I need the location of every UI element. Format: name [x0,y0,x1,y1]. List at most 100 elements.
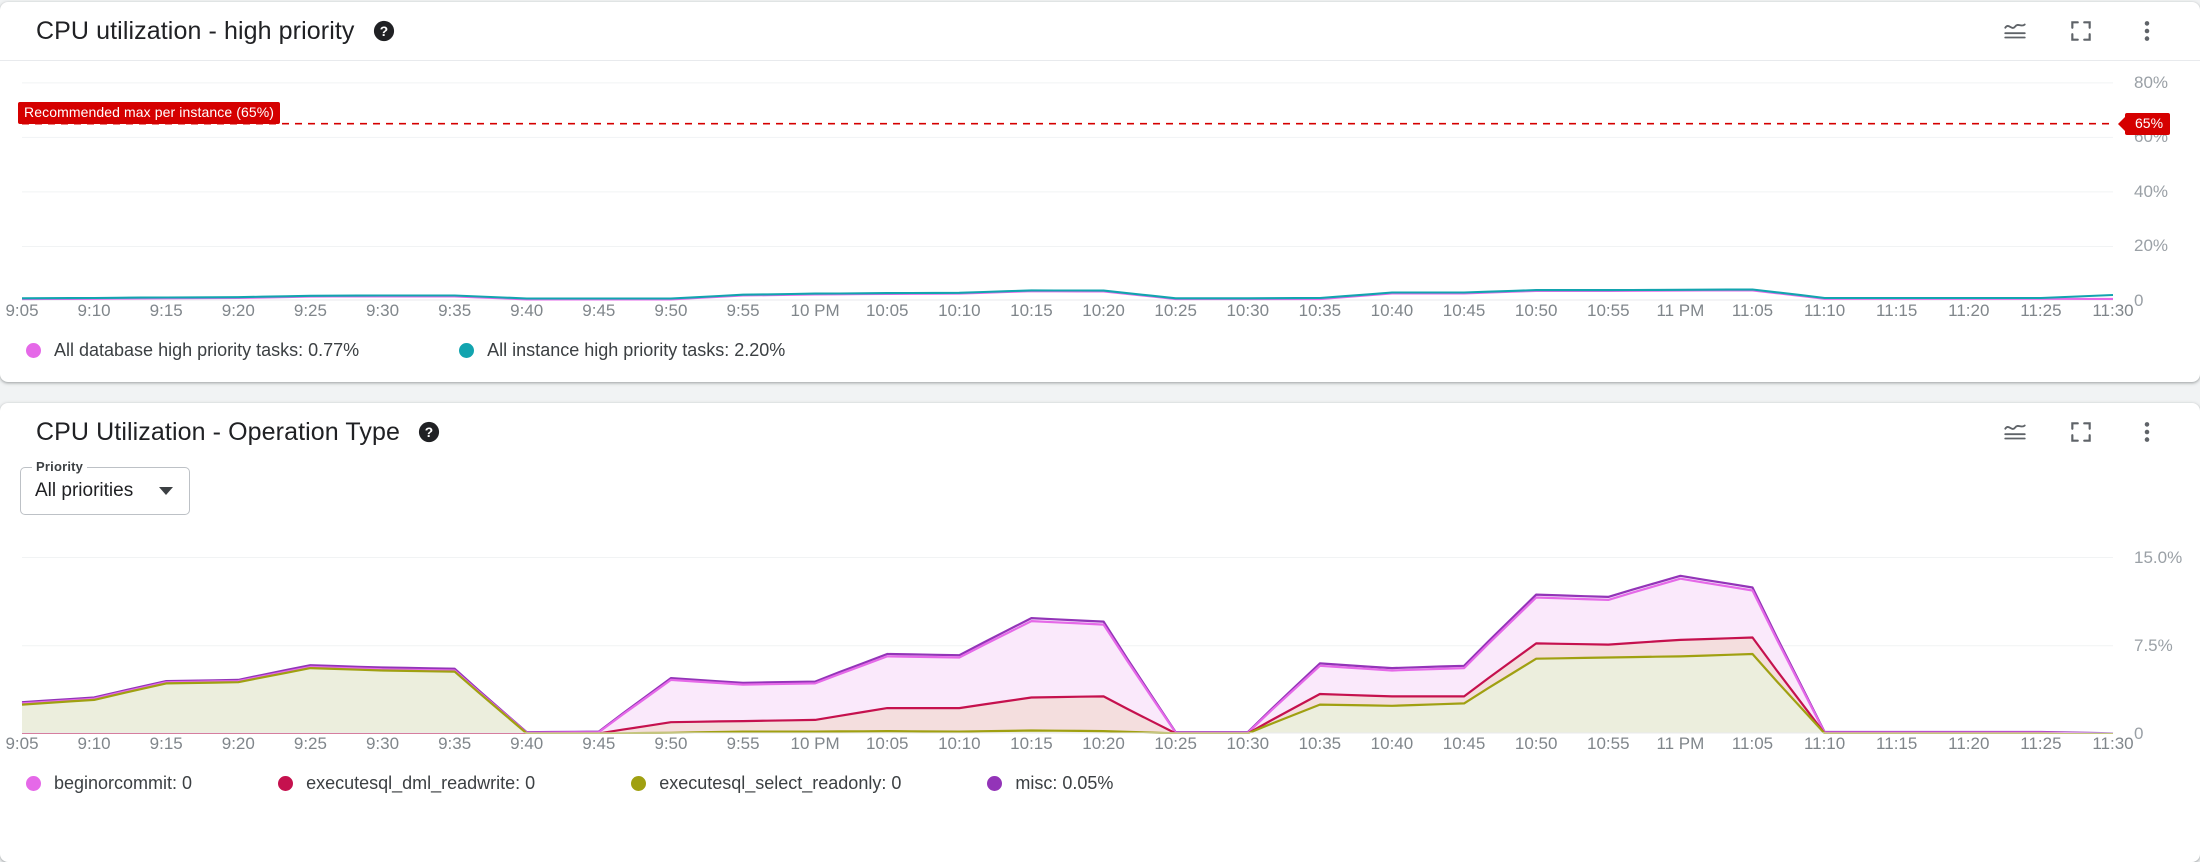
x-axis-tick: 9:40 [510,301,544,320]
x-axis-tick: 10 PM [790,734,840,753]
legend-label: executesql_select_readonly: 0 [659,772,902,793]
x-axis-tick: 11 PM [1656,734,1705,753]
x-axis-tick: 9:55 [726,734,760,753]
legend-item[interactable]: executesql_select_readonly: 0 [631,773,901,794]
x-axis-tick: 9:30 [365,734,400,753]
fullscreen-icon[interactable] [2066,16,2096,46]
x-axis-tick: 11:10 [1803,734,1846,753]
x-axis-tick: 10:10 [938,301,981,320]
chart-header: CPU Utilization - Operation Type ? [0,403,2200,461]
help-icon[interactable]: ? [418,421,440,443]
legend-label: All instance high priority tasks: 2.20% [487,339,786,360]
x-axis-tick: 11:20 [1948,301,1990,320]
x-axis-tick: 9:15 [149,734,183,753]
chart-plot-area-operation-type[interactable]: 0 7.5% 15.0% 9:05 9:10 9:15 9:20 9:25 9:30 9:35 9… [0,534,2200,760]
x-axis-tick: 10:15 [1010,734,1053,753]
x-axis-tick: 9:50 [654,301,688,320]
x-axis-tick: 10:25 [1154,301,1197,320]
x-axis-tick: 11:20 [1948,734,1990,753]
svg-text:?: ? [425,425,433,440]
fullscreen-icon[interactable] [2066,417,2096,447]
x-axis-tick: 9:45 [582,734,616,753]
x-axis-tick: 10:50 [1514,734,1558,753]
legend-item[interactable]: All database high priority tasks: 0.77% [26,340,359,361]
x-axis-tick: 10:45 [1442,734,1486,753]
x-axis-tick: 10:10 [938,734,981,753]
page-title: CPU Utilization - Operation Type [36,417,401,446]
priority-select[interactable]: Priority All priorities [20,459,190,515]
legend-item[interactable]: misc: 0.05% [987,773,1113,794]
area-chart-operation-type[interactable] [0,534,2200,734]
chevron-down-icon[interactable] [159,487,173,495]
x-axis-tick: 9:10 [77,734,111,753]
x-axis-tick: 11:25 [2020,301,2062,320]
chart-header: CPU utilization - high priority ? [0,2,2200,60]
x-axis-tick: 9:35 [438,301,472,320]
stacked-lines-icon[interactable] [2000,417,2030,447]
legend-color-dot [26,342,41,358]
x-axis-tick: 11:15 [1876,734,1918,753]
x-axis-labels: 9:05 9:10 9:15 9:20 9:25 9:30 9:35 9:40 9:45 9:50… [0,301,2200,327]
legend-item[interactable]: executesql_dml_readwrite: 0 [278,773,535,794]
x-axis-tick: 9:25 [293,734,327,753]
legend-color-dot [459,342,475,358]
x-axis-tick: 10:05 [865,734,909,753]
chart-legend-high-priority: All database high priority tasks: 0.77% A… [0,327,2200,373]
legend-color-dot [631,775,647,791]
chart-plot-area-high-priority[interactable]: 0 20% 40% 60% 80% 9:05 9:10 9:15 9:20 9:25 9:30 9:… [0,61,2200,327]
x-axis-tick: 11:05 [1731,734,1774,753]
priority-select-label: Priority [32,459,88,474]
x-axis-tick: 9:20 [221,734,255,753]
x-axis-tick: 11:15 [1876,301,1918,320]
more-vert-icon[interactable] [2132,417,2162,447]
x-axis-tick: 9:35 [438,734,472,753]
legend-label: All database high priority tasks: 0.77% [54,339,360,360]
x-axis-tick: 11:10 [1803,301,1846,320]
x-axis-tick: 9:55 [726,301,760,320]
x-axis-tick: 11:25 [2020,734,2062,753]
x-axis-tick: 9:25 [293,301,327,320]
line-chart-high-priority[interactable] [0,61,2200,301]
x-axis-tick: 10:40 [1370,734,1414,753]
threshold-label: Recommended max per instance (65%) [18,101,281,125]
x-axis-tick: 11 PM [1656,301,1705,320]
chart-header-actions [2000,16,2178,46]
svg-text:?: ? [379,24,387,39]
x-axis-tick: 9:50 [654,734,688,753]
x-axis-tick: 9:30 [365,301,400,320]
x-axis-tick: 9:40 [510,734,544,753]
stacked-lines-icon[interactable] [2000,16,2030,46]
legend-item[interactable]: All instance high priority tasks: 2.20% [459,340,785,361]
x-axis-tick: 10:25 [1154,734,1197,753]
x-axis-tick: 9:05 [5,301,39,320]
x-axis-tick: 10:20 [1082,734,1125,753]
x-axis-tick: 10:05 [865,301,909,320]
x-axis-tick: 10:40 [1370,301,1414,320]
x-axis-tick: 10:55 [1586,734,1630,753]
priority-select-value: All priorities [35,480,134,501]
x-axis-tick: 10:50 [1514,301,1558,320]
help-icon[interactable]: ? [373,20,395,42]
x-axis-labels: 9:05 9:10 9:15 9:20 9:25 9:30 9:35 9:40 9:45 9:50… [0,734,2200,760]
x-axis-tick: 10:55 [1586,301,1630,320]
dashboard-page: CPU utilization - high priority ? 0 20% … [0,0,2200,862]
x-axis-tick: 10:45 [1442,301,1486,320]
x-axis-tick: 9:15 [149,301,183,320]
threshold-value-badge: 65% [2125,112,2171,136]
legend-color-dot [26,775,41,791]
x-axis-tick: 11:30 [2092,301,2134,320]
x-axis-tick: 9:10 [77,301,111,320]
x-axis-tick: 11:05 [1731,301,1774,320]
x-axis-tick: 10:15 [1010,301,1053,320]
legend-label: beginorcommit: 0 [54,772,193,793]
chart-card-cpu-high-priority: CPU utilization - high priority ? 0 20% … [0,2,2200,382]
chart-filters: Priority All priorities [0,459,2200,520]
chart-legend-operation-type: beginorcommit: 0 executesql_dml_readwrite… [0,760,2200,806]
x-axis-tick: 10 PM [790,301,840,320]
legend-color-dot [987,775,1003,791]
legend-label: executesql_dml_readwrite: 0 [306,772,536,793]
x-axis-tick: 9:05 [5,734,39,753]
more-vert-icon[interactable] [2132,16,2162,46]
chart-header-actions [2000,417,2178,447]
legend-item[interactable]: beginorcommit: 0 [26,773,192,794]
